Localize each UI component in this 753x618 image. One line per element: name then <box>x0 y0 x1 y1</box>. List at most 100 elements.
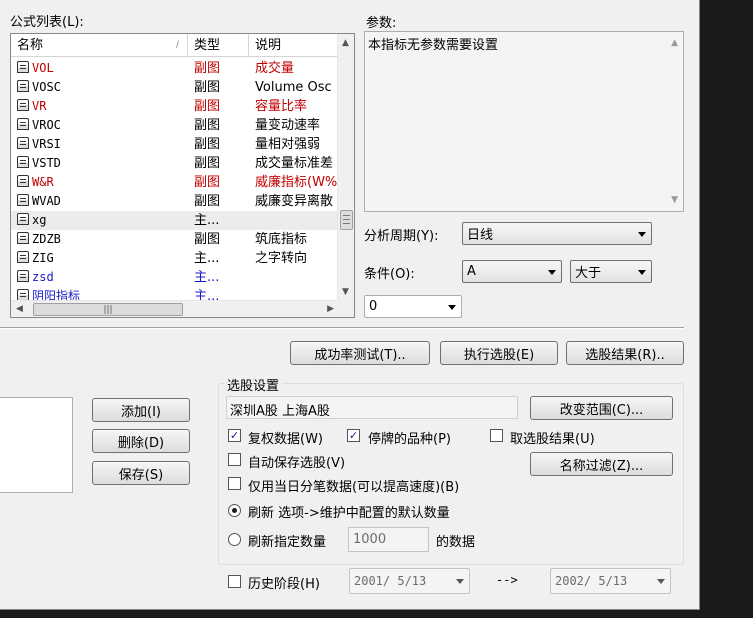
formula-icon <box>17 270 29 282</box>
column-header-name[interactable]: 名称 / <box>11 34 188 57</box>
table-row[interactable]: VOSC 副图 Volume Osc <box>11 78 341 97</box>
name-filter-button[interactable]: 名称过滤(Z)... <box>530 452 673 476</box>
column-name-label: 名称 <box>17 38 44 53</box>
table-row[interactable]: VROC 副图 量变动速率 <box>11 116 341 135</box>
condition-list[interactable] <box>0 397 73 493</box>
formula-list-header: 名称 / 类型 说明 <box>11 34 341 57</box>
add-button[interactable]: 添加(I) <box>92 398 190 422</box>
intraday-label: 仅用当日分笔数据(可以提高速度)(B) <box>248 480 460 495</box>
history-from-date[interactable]: 2001/ 5/13 <box>349 568 470 594</box>
adjusted-label: 复权数据(W) <box>248 432 323 447</box>
table-row[interactable]: ZDZB 副图 筑底指标 <box>11 230 341 249</box>
table-row[interactable]: ZIG 主... 之字转向 <box>11 249 341 268</box>
save-button[interactable]: 保存(S) <box>92 461 190 485</box>
formula-type-cell: 副图 <box>194 118 221 133</box>
column-header-type[interactable]: 类型 <box>188 34 249 57</box>
formula-name: xg <box>32 213 47 227</box>
scroll-left-icon[interactable]: ◀ <box>16 305 23 314</box>
condition-label: 条件(O): <box>364 267 415 282</box>
formula-name-cell: VOL <box>17 59 187 78</box>
formula-name: VRSI <box>32 137 61 151</box>
period-value: 日线 <box>467 228 494 243</box>
formula-name-cell: VOSC <box>17 78 187 97</box>
range-text: 深圳A股 上海A股 <box>230 404 330 419</box>
delete-button[interactable]: 删除(D) <box>92 429 190 453</box>
formula-name-cell: W&R <box>17 173 187 192</box>
formula-type-cell: 副图 <box>194 80 221 95</box>
condition-value-combo[interactable]: 0 <box>364 295 462 318</box>
formula-type-cell: 副图 <box>194 194 221 209</box>
formula-list-hscrollbar[interactable]: ◀ ||| ▶ <box>11 300 339 317</box>
intraday-checkbox[interactable] <box>228 477 241 490</box>
formula-name-cell: ZDZB <box>17 230 187 249</box>
auto-save-checkbox[interactable] <box>228 453 241 466</box>
formula-name: zsd <box>32 270 54 284</box>
chevron-down-icon <box>448 304 456 310</box>
success-test-button[interactable]: 成功率测试(T).. <box>290 341 430 365</box>
pick-results-checkbox[interactable] <box>490 429 503 442</box>
formula-list-vscrollbar[interactable]: ▲ ▼ <box>337 34 354 302</box>
history-to-date[interactable]: 2002/ 5/13 <box>550 568 671 594</box>
formula-name-cell: xg <box>17 211 187 230</box>
formula-icon <box>17 118 29 130</box>
chevron-down-icon <box>548 269 556 275</box>
formula-icon <box>17 156 29 168</box>
suspended-label: 停牌的品种(P) <box>368 432 451 447</box>
execute-button[interactable]: 执行选股(E) <box>440 341 558 365</box>
formula-icon <box>17 80 29 92</box>
table-row[interactable]: VRSI 副图 量相对强弱 <box>11 135 341 154</box>
scroll-right-icon[interactable]: ▶ <box>327 305 334 314</box>
formula-type-cell: 副图 <box>194 156 221 171</box>
formula-icon <box>17 61 29 73</box>
condition-line-value: A <box>467 264 476 279</box>
refresh-count-radio[interactable] <box>228 533 241 546</box>
formula-desc-cell: 量变动速率 <box>255 118 321 133</box>
formula-icon <box>17 194 29 206</box>
chevron-down-icon <box>638 231 646 237</box>
formula-desc-cell <box>255 268 341 287</box>
formula-desc-cell: 筑底指标 <box>255 232 308 247</box>
formula-desc-cell <box>255 211 341 230</box>
table-row[interactable]: VOL 副图 成交量 <box>11 59 341 78</box>
formula-desc-cell: 之字转向 <box>255 251 308 266</box>
scroll-up-icon[interactable]: ▲ <box>342 39 349 48</box>
formula-icon <box>17 99 29 111</box>
pick-results-label: 取选股结果(U) <box>510 432 595 447</box>
table-row[interactable]: VSTD 副图 成交量标准差 <box>11 154 341 173</box>
column-header-desc[interactable]: 说明 <box>249 34 341 57</box>
formula-name: ZDZB <box>32 232 61 246</box>
formula-type-cell: 副图 <box>194 61 221 76</box>
table-row[interactable]: WVAD 副图 威廉变异离散 <box>11 192 341 211</box>
table-row[interactable]: W&R 副图 威廉指标(W%R) <box>11 173 341 192</box>
formula-type-cell: 副图 <box>194 137 221 152</box>
sort-indicator-icon: / <box>175 40 179 50</box>
table-row[interactable]: zsd 主... <box>11 268 341 287</box>
hscroll-thumb[interactable]: ||| <box>33 303 183 316</box>
adjusted-checkbox[interactable]: ✓ <box>228 429 241 442</box>
table-row[interactable]: VR 副图 容量比率 <box>11 97 341 116</box>
period-select[interactable]: 日线 <box>462 222 652 245</box>
suspended-checkbox[interactable]: ✓ <box>347 429 360 442</box>
results-button[interactable]: 选股结果(R).. <box>566 341 684 365</box>
params-scroll-up-icon: ▲ <box>671 38 678 48</box>
formula-name: VOSC <box>32 80 61 94</box>
refresh-default-radio[interactable] <box>228 504 241 517</box>
formula-name: VROC <box>32 118 61 132</box>
formula-type-cell: 副图 <box>194 99 221 114</box>
condition-operator-value: 大于 <box>575 266 602 281</box>
condition-operator-select[interactable]: 大于 <box>570 260 652 283</box>
vscroll-thumb[interactable] <box>340 210 353 230</box>
change-range-button[interactable]: 改变范围(C)... <box>530 396 673 420</box>
formula-list[interactable]: 名称 / 类型 说明 VOL 副图 成交量 VOSC 副图 Volume Osc VR 副图容… <box>10 33 355 318</box>
history-checkbox[interactable] <box>228 575 241 588</box>
condition-line-select[interactable]: A <box>462 260 562 283</box>
settings-title: 选股设置 <box>224 375 283 394</box>
table-row[interactable]: xg 主... <box>11 211 341 230</box>
refresh-count-input[interactable]: 1000 <box>348 527 429 552</box>
formula-desc-cell: 成交量标准差 <box>255 156 334 171</box>
formula-icon <box>17 175 29 187</box>
formula-name-cell: VRSI <box>17 135 187 154</box>
scroll-down-icon[interactable]: ▼ <box>342 288 349 297</box>
formula-name-cell: WVAD <box>17 192 187 211</box>
history-to-value: 2002/ 5/13 <box>555 574 628 588</box>
